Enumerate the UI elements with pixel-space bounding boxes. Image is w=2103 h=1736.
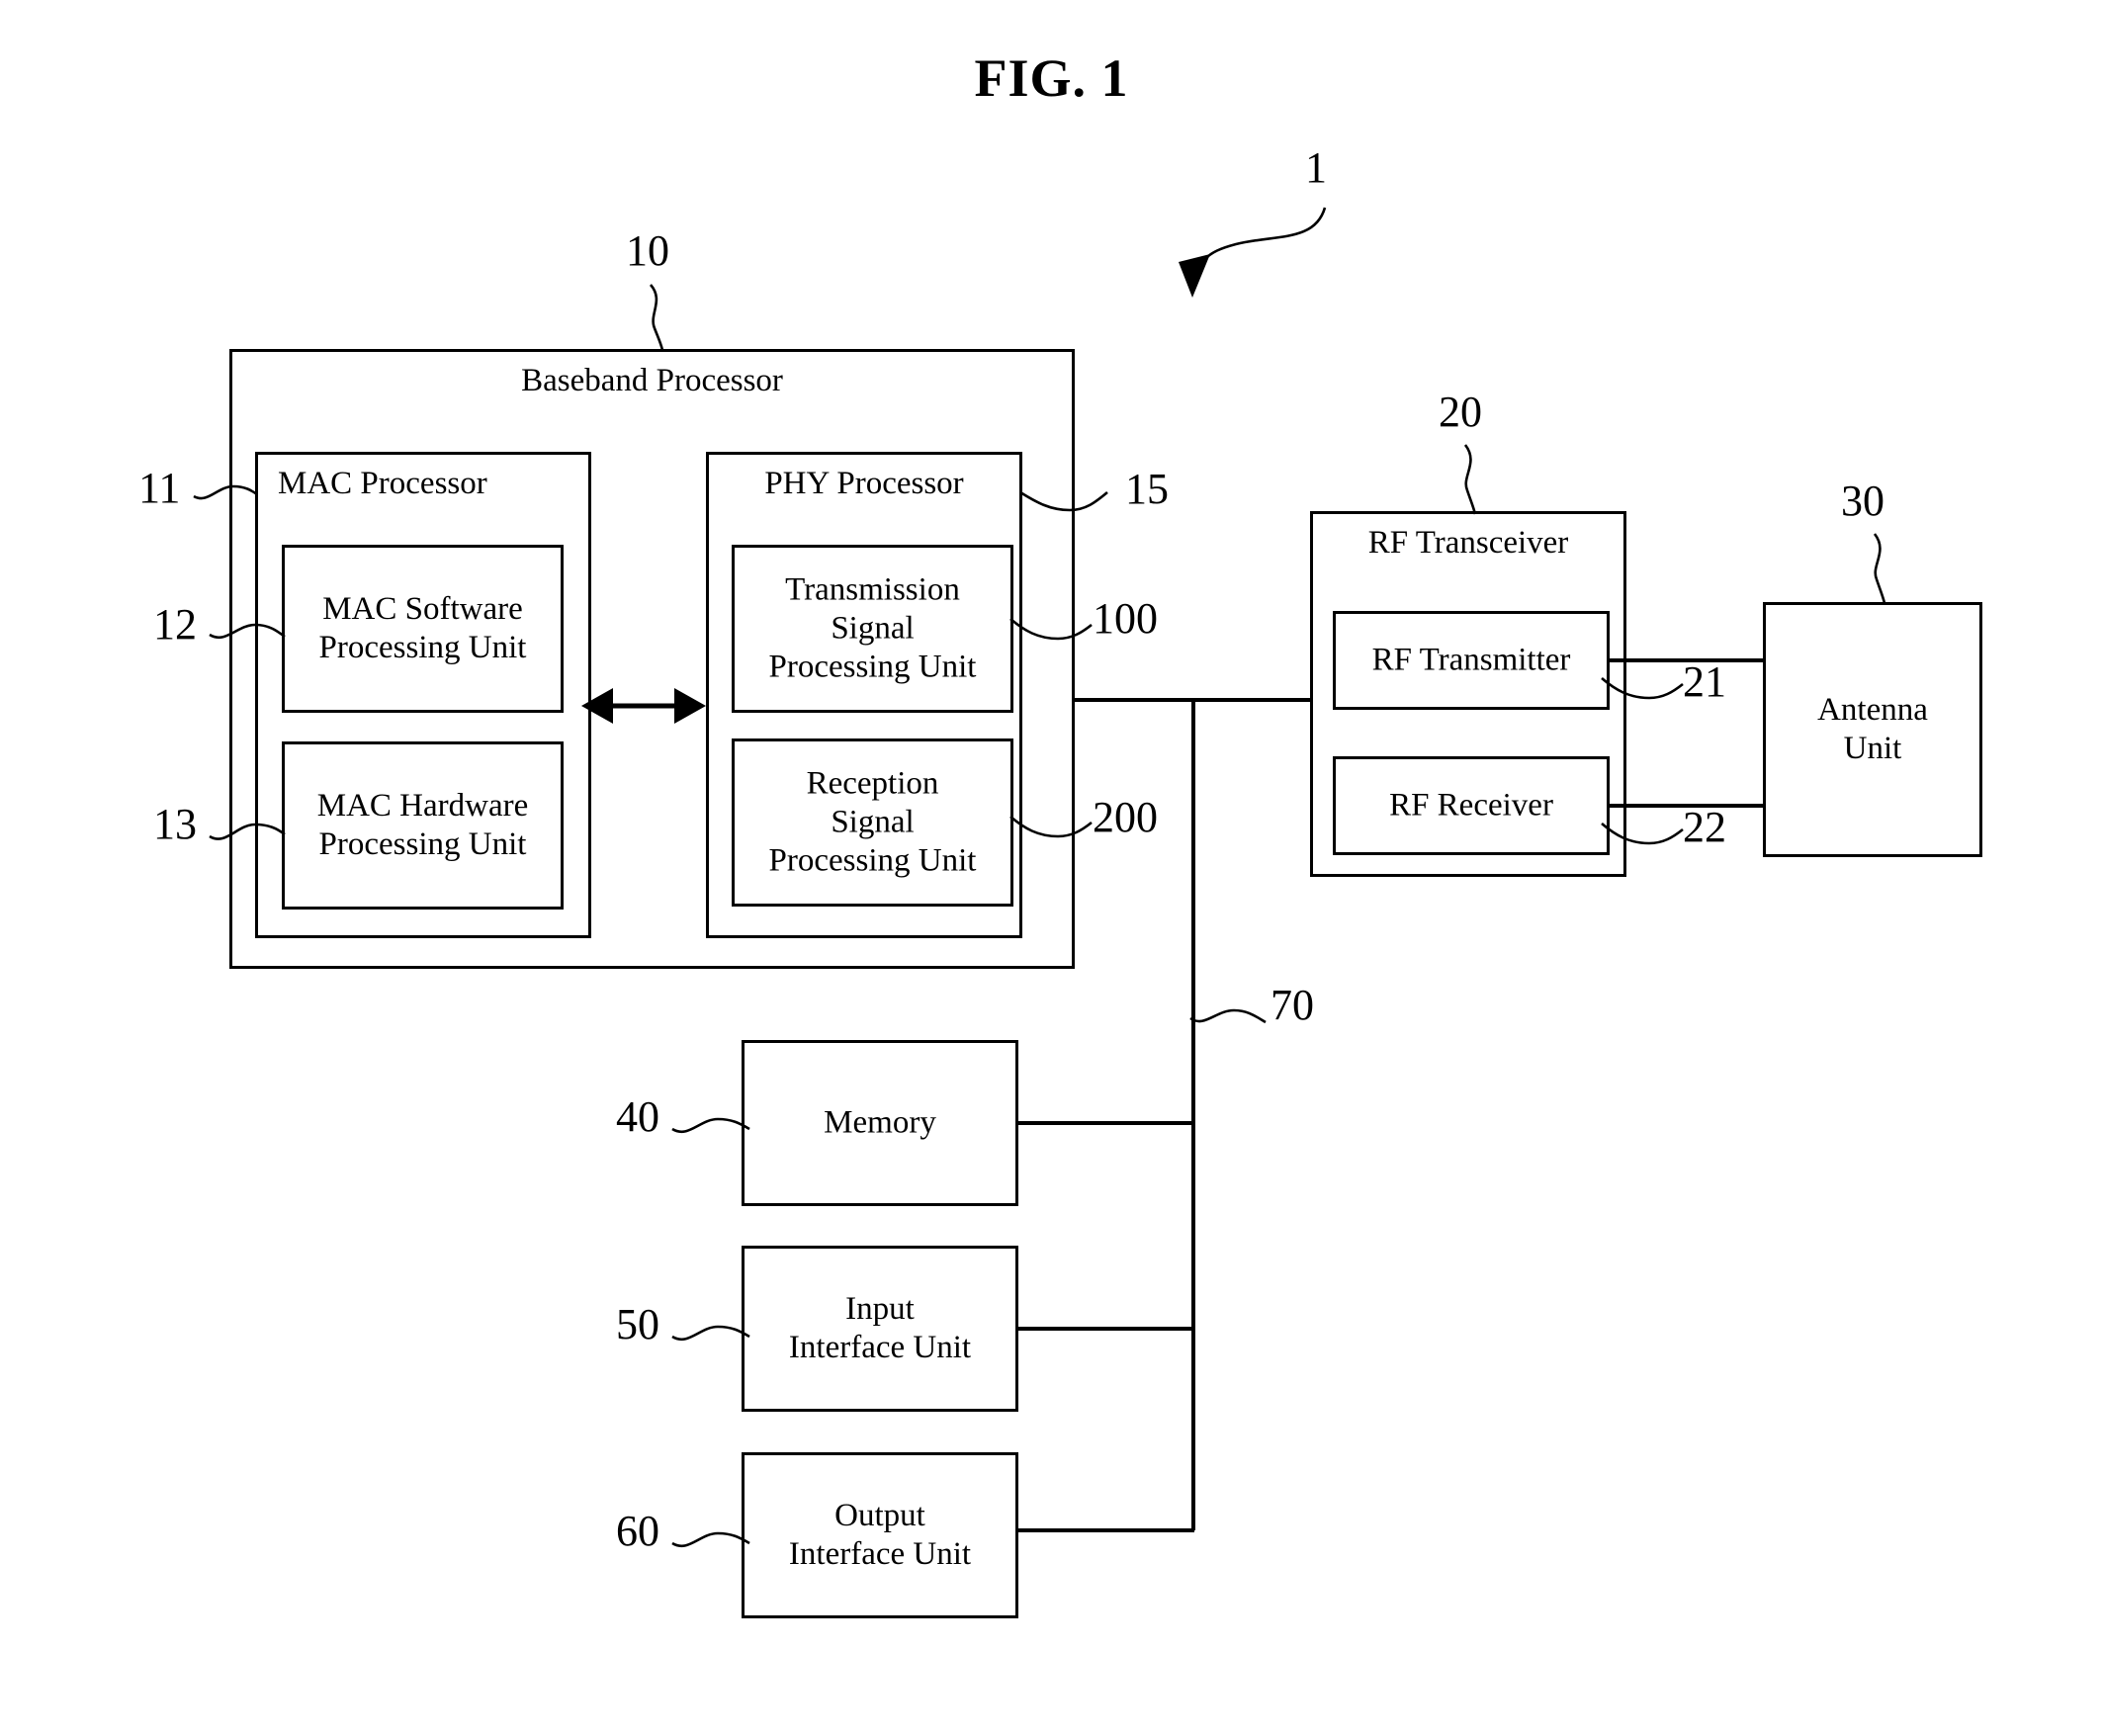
ref-number-30: 30 xyxy=(1841,477,1884,525)
rf-receiver-box: RF Receiver xyxy=(1333,756,1610,855)
leader-line-70 xyxy=(1189,1008,1267,1024)
rf-transmitter-box: RF Transmitter xyxy=(1333,611,1610,710)
input-interface-unit-label: Input Interface Unit xyxy=(788,1291,972,1365)
ref-number-12: 12 xyxy=(153,600,197,649)
ref-number-21: 21 xyxy=(1683,657,1726,706)
output-interface-unit-box: Output Interface Unit xyxy=(742,1452,1018,1618)
wire-input-interface-to-bus xyxy=(1016,1327,1194,1331)
rf-receiver-label: RF Receiver xyxy=(1389,787,1553,824)
ref-number-70: 70 xyxy=(1271,981,1314,1029)
ref-number-20: 20 xyxy=(1439,388,1482,436)
ref-number-10: 10 xyxy=(626,226,669,275)
ref-number-13: 13 xyxy=(153,800,197,848)
wire-output-interface-to-bus xyxy=(1016,1528,1194,1532)
output-interface-unit-label: Output Interface Unit xyxy=(788,1498,972,1572)
ref-number-60: 60 xyxy=(616,1507,659,1555)
ref-number-22: 22 xyxy=(1683,803,1726,851)
transmission-signal-processing-unit-label: Transmission Signal Processing Unit xyxy=(768,571,977,685)
ref-number-11: 11 xyxy=(138,464,181,512)
reception-signal-processing-unit-label: Reception Signal Processing Unit xyxy=(768,765,977,879)
phy-processor-label: PHY Processor xyxy=(764,466,964,501)
leader-line-10 xyxy=(649,284,664,351)
wire-memory-to-bus xyxy=(1016,1121,1194,1125)
mac-processor-label: MAC Processor xyxy=(278,466,487,501)
baseband-processor-label: Baseband Processor xyxy=(521,363,783,398)
leader-line-20 xyxy=(1463,444,1477,515)
ref-number-50: 50 xyxy=(616,1300,659,1348)
bus-vertical-line xyxy=(1191,698,1195,1530)
rf-transmitter-label: RF Transmitter xyxy=(1371,642,1571,678)
memory-label: Memory xyxy=(824,1104,936,1141)
reception-signal-processing-unit-box: Reception Signal Processing Unit xyxy=(732,738,1013,907)
ref-number-100: 100 xyxy=(1093,594,1158,643)
memory-box: Memory xyxy=(742,1040,1018,1206)
input-interface-unit-box: Input Interface Unit xyxy=(742,1246,1018,1412)
rf-transceiver-label: RF Transceiver xyxy=(1367,525,1569,561)
mac-hardware-processing-unit-label: MAC Hardware Processing Unit xyxy=(316,788,529,862)
mac-software-processing-unit-label: MAC Software Processing Unit xyxy=(318,591,527,665)
ref-number-15: 15 xyxy=(1125,465,1169,513)
ref-number-40: 40 xyxy=(616,1092,659,1141)
ref-number-1: 1 xyxy=(1305,143,1327,192)
ref-number-200: 200 xyxy=(1093,793,1158,841)
antenna-unit-box: Antenna Unit xyxy=(1763,602,1982,857)
wire-rf-transmitter-to-antenna xyxy=(1607,658,1765,662)
wire-rf-receiver-to-antenna xyxy=(1607,804,1765,808)
antenna-unit-label: Antenna Unit xyxy=(1817,692,1928,766)
transmission-signal-processing-unit-box: Transmission Signal Processing Unit xyxy=(732,545,1013,713)
mac-phy-bidirectional-arrow xyxy=(581,688,706,724)
mac-software-processing-unit-box: MAC Software Processing Unit xyxy=(282,545,564,713)
page-title: FIG. 1 xyxy=(974,48,1129,108)
leader-line-1 xyxy=(1179,207,1327,298)
mac-hardware-processing-unit-box: MAC Hardware Processing Unit xyxy=(282,741,564,910)
leader-line-30 xyxy=(1873,533,1886,604)
figure-canvas: FIG. 1 1 Baseband Processor 10 MAC Proce… xyxy=(0,0,2103,1736)
